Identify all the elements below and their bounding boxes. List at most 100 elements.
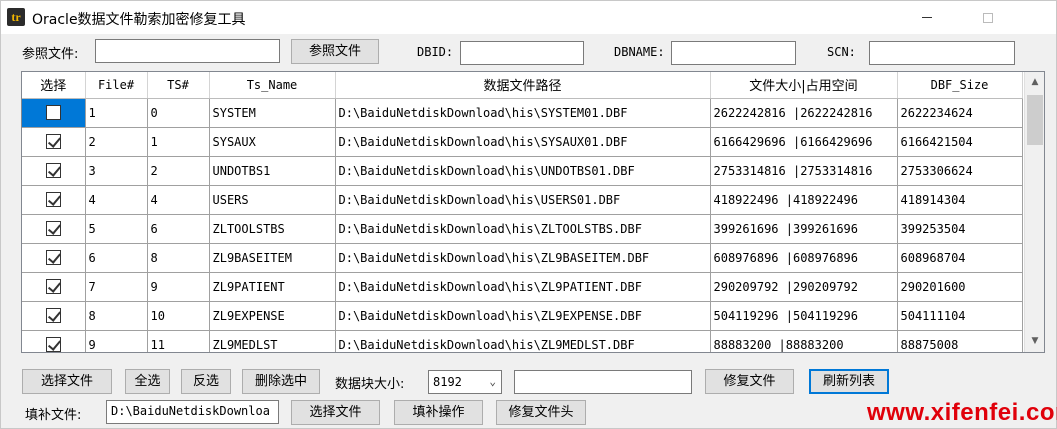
col-header-file[interactable]: File# [85, 72, 148, 99]
dbf-size-cell: 6166421504 [897, 127, 1023, 157]
row-select-cell[interactable] [22, 272, 86, 302]
ts-cell: 8 [147, 243, 210, 273]
row-select-cell[interactable] [22, 98, 86, 128]
table-row[interactable]: 8 10 ZL9EXPENSE D:\BaiduNetdiskDownload\his… [22, 301, 1023, 331]
row-checkbox[interactable] [45, 337, 61, 352]
scn-label: SCN: [827, 45, 856, 59]
ref-file-label: 参照文件: [22, 47, 79, 62]
col-header-size[interactable]: 文件大小|占用空间 [710, 72, 898, 99]
dbf-size-cell: 2753306624 [897, 156, 1023, 186]
table-row[interactable]: 1 0 SYSTEM D:\BaiduNetdiskDownload\his\SYST… [22, 98, 1023, 128]
vertical-scrollbar[interactable]: ▲ ▼ [1024, 72, 1044, 352]
block-size-label: 数据块大小: [335, 377, 405, 392]
path-cell: D:\BaiduNetdiskDownload\his\ZL9PATIENT.D… [335, 272, 711, 302]
dbf-size-cell: 88875008 [897, 330, 1023, 352]
repair-header-button[interactable]: 修复文件头 [496, 400, 586, 425]
table-row[interactable]: 4 4 USERS D:\BaiduNetdiskDownload\his\USERS… [22, 185, 1023, 215]
size-cell: 6166429696 |6166429696 [710, 127, 898, 157]
dbf-size-cell: 2622234624 [897, 98, 1023, 128]
scroll-up-icon[interactable]: ▲ [1025, 74, 1044, 91]
ts-name-cell: ZL9BASEITEM [209, 243, 336, 273]
table-row[interactable]: 5 6 ZLTOOLSTBS D:\BaiduNetdiskDownload\his\… [22, 214, 1023, 244]
ts-name-cell: SYSTEM [209, 98, 336, 128]
col-header-select[interactable]: 选择 [22, 72, 86, 99]
col-header-path[interactable]: 数据文件路径 [335, 72, 711, 99]
row-select-cell[interactable] [22, 156, 86, 186]
file-cell: 1 [85, 98, 148, 128]
col-header-ts[interactable]: TS# [147, 72, 210, 99]
scroll-thumb[interactable] [1027, 95, 1043, 145]
title-bar: tr Oracle数据文件勒索加密修复工具 [1, 1, 1056, 34]
app-logo-icon: tr [7, 8, 25, 26]
row-checkbox[interactable] [45, 308, 61, 323]
file-cell: 3 [85, 156, 148, 186]
fill-file-input[interactable]: D:\BaiduNetdiskDownloa [106, 400, 279, 424]
row-select-cell[interactable] [22, 301, 86, 331]
size-cell: 2753314816 |2753314816 [710, 156, 898, 186]
ref-file-button[interactable]: 参照文件 [291, 39, 379, 64]
maximize-button[interactable] [965, 1, 1011, 34]
select-file-button[interactable]: 选择文件 [22, 369, 112, 394]
dbf-size-cell: 608968704 [897, 243, 1023, 273]
ts-name-cell: UNDOTBS1 [209, 156, 336, 186]
fill-operation-button[interactable]: 填补操作 [394, 400, 483, 425]
size-cell: 2622242816 |2622242816 [710, 98, 898, 128]
watermark-text: www.xifenfei.com [867, 399, 1057, 426]
dbf-size-cell: 290201600 [897, 272, 1023, 302]
col-header-dbf-size[interactable]: DBF_Size [897, 72, 1023, 99]
size-cell: 418922496 |418922496 [710, 185, 898, 215]
row-checkbox[interactable] [45, 221, 61, 236]
row-checkbox[interactable] [45, 192, 61, 207]
row-select-cell[interactable] [22, 330, 86, 352]
refresh-list-button[interactable]: 刷新列表 [809, 369, 889, 394]
ref-file-input[interactable] [95, 39, 280, 63]
ts-cell: 11 [147, 330, 210, 352]
ts-name-cell: USERS [209, 185, 336, 215]
path-cell: D:\BaiduNetdiskDownload\his\ZLTOOLSTBS.D… [335, 214, 711, 244]
ts-name-cell: ZL9PATIENT [209, 272, 336, 302]
size-cell: 608976896 |608976896 [710, 243, 898, 273]
datafile-table: 选择 File# TS# Ts_Name 数据文件路径 文件大小|占用空间 DB… [22, 72, 1023, 352]
select-all-button[interactable]: 全选 [125, 369, 170, 394]
grid-body: 1 0 SYSTEM D:\BaiduNetdiskDownload\his\SYST… [22, 98, 1023, 352]
delete-selected-button[interactable]: 删除选中 [242, 369, 320, 394]
row-checkbox[interactable] [45, 134, 61, 149]
row-select-cell[interactable] [22, 243, 86, 273]
row-select-cell[interactable] [22, 185, 86, 215]
row-checkbox[interactable] [45, 163, 61, 178]
table-row[interactable]: 2 1 SYSAUX D:\BaiduNetdiskDownload\his\SYSA… [22, 127, 1023, 157]
row-checkbox[interactable] [45, 279, 61, 294]
row-checkbox[interactable] [45, 105, 61, 120]
row-checkbox[interactable] [45, 250, 61, 265]
datafile-grid[interactable]: 选择 File# TS# Ts_Name 数据文件路径 文件大小|占用空间 DB… [21, 71, 1045, 353]
block-size-select[interactable]: 8192 ⌄ [428, 370, 502, 394]
extra-input[interactable] [514, 370, 692, 394]
chevron-down-icon: ⌄ [489, 375, 496, 388]
invert-selection-button[interactable]: 反选 [181, 369, 231, 394]
row-select-cell[interactable] [22, 127, 86, 157]
path-cell: D:\BaiduNetdiskDownload\his\ZL9BASEITEM.… [335, 243, 711, 273]
ts-name-cell: ZL9EXPENSE [209, 301, 336, 331]
path-cell: D:\BaiduNetdiskDownload\his\SYSAUX01.DBF [335, 127, 711, 157]
file-cell: 4 [85, 185, 148, 215]
ts-name-cell: ZLTOOLSTBS [209, 214, 336, 244]
repair-file-button[interactable]: 修复文件 [705, 369, 794, 394]
scroll-down-icon[interactable]: ▼ [1025, 333, 1044, 350]
row-select-cell[interactable] [22, 214, 86, 244]
scn-input[interactable] [869, 41, 1015, 65]
dbname-input[interactable] [671, 41, 796, 65]
dbf-size-cell: 418914304 [897, 185, 1023, 215]
file-cell: 6 [85, 243, 148, 273]
table-row[interactable]: 9 11 ZL9MEDLST D:\BaiduNetdiskDownload\his\… [22, 330, 1023, 352]
size-cell: 504119296 |504119296 [710, 301, 898, 331]
dbid-input[interactable] [460, 41, 584, 65]
col-header-ts-name[interactable]: Ts_Name [209, 72, 336, 99]
grid-header-row: 选择 File# TS# Ts_Name 数据文件路径 文件大小|占用空间 DB… [22, 72, 1023, 99]
minimize-button[interactable] [904, 1, 950, 34]
table-row[interactable]: 7 9 ZL9PATIENT D:\BaiduNetdiskDownload\his\… [22, 272, 1023, 302]
fill-select-file-button[interactable]: 选择文件 [291, 400, 380, 425]
size-cell: 290209792 |290209792 [710, 272, 898, 302]
table-row[interactable]: 3 2 UNDOTBS1 D:\BaiduNetdiskDownload\his\UN… [22, 156, 1023, 186]
table-row[interactable]: 6 8 ZL9BASEITEM D:\BaiduNetdiskDownload\his… [22, 243, 1023, 273]
path-cell: D:\BaiduNetdiskDownload\his\USERS01.DBF [335, 185, 711, 215]
